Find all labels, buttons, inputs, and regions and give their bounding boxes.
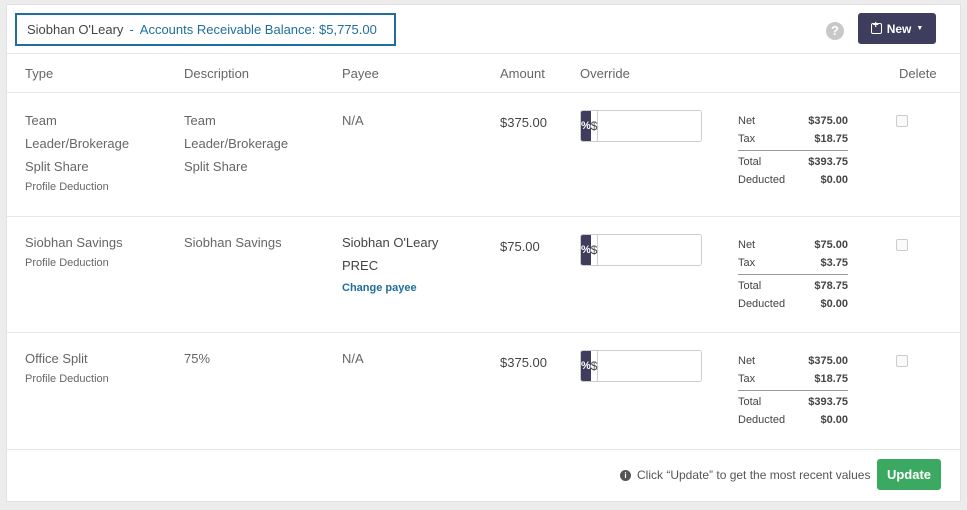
type-line: Leader/Brokerage <box>25 136 130 151</box>
row-type: Team Leader/Brokerage Split Share Profil… <box>25 109 129 196</box>
deducted-value: $0.00 <box>820 414 848 426</box>
dollar-toggle[interactable]: $ <box>590 351 599 381</box>
new-plus-icon <box>870 20 882 34</box>
info-icon: i <box>620 469 631 481</box>
payee-company: PREC <box>342 258 379 273</box>
total-value: $393.75 <box>808 396 848 408</box>
type-line: Siobhan Savings <box>25 235 123 250</box>
tax-label: Tax <box>738 373 756 385</box>
tax-value: $18.75 <box>814 133 848 145</box>
tax-value: $18.75 <box>814 373 848 385</box>
description-line: Leader/Brokerage <box>184 136 289 151</box>
table-row: Team Leader/Brokerage Split Share Profil… <box>7 93 960 217</box>
row-description: 75% <box>184 347 210 370</box>
col-type: Type <box>25 66 54 81</box>
payee-name: Siobhan O'Leary <box>342 235 439 250</box>
description-line: Split Share <box>184 159 248 174</box>
row-payee: Siobhan O'Leary PREC Change payee <box>342 231 438 299</box>
override-toggle: % $ <box>580 110 702 142</box>
col-description: Description <box>184 66 250 81</box>
net-value: $375.00 <box>808 355 848 367</box>
col-payee: Payee <box>342 66 379 81</box>
tax-label: Tax <box>738 133 756 145</box>
row-description: Siobhan Savings <box>184 231 282 254</box>
tax-value: $3.75 <box>820 257 848 269</box>
total-value: $78.75 <box>814 280 848 292</box>
percent-toggle[interactable]: % <box>581 235 591 265</box>
footer-note-text: Click “Update” to get the most recent va… <box>637 468 871 482</box>
summary-divider <box>738 274 848 275</box>
deducted-value: $0.00 <box>820 174 848 186</box>
footer-note: i Click “Update” to get the most recent … <box>620 468 870 482</box>
row-amount: $375.00 <box>500 355 547 370</box>
description-line: 75% <box>184 351 211 366</box>
row-payee: N/A <box>342 351 364 366</box>
description-line: Team <box>184 113 216 128</box>
panel-header: Siobhan O'Leary - Accounts Receivable Ba… <box>7 5 960 54</box>
row-description: Team Leader/Brokerage Split Share <box>184 109 288 178</box>
type-line: Office Split <box>25 351 88 366</box>
deducted-label: Deducted <box>738 298 786 310</box>
row-summary: Net $375.00 Tax $18.75 Total $393.75 Deduct… <box>738 352 848 429</box>
table-row: Siobhan Savings Profile Deduction Siobha… <box>7 217 960 333</box>
delete-checkbox[interactable] <box>896 115 908 127</box>
net-label: Net <box>738 239 756 251</box>
delete-checkbox[interactable] <box>896 355 908 367</box>
row-type: Siobhan Savings Profile Deduction <box>25 231 123 272</box>
col-override: Override <box>580 66 630 81</box>
type-subtext: Profile Deduction <box>25 373 109 385</box>
type-subtext: Profile Deduction <box>25 257 109 269</box>
new-button-label: New <box>886 21 912 36</box>
help-icon[interactable]: ? <box>826 22 844 40</box>
new-button[interactable]: New ▼ <box>858 13 936 44</box>
title-box: Siobhan O'Leary - Accounts Receivable Ba… <box>15 13 396 46</box>
percent-toggle[interactable]: % <box>581 111 591 141</box>
deducted-label: Deducted <box>738 174 786 186</box>
summary-divider <box>738 150 848 151</box>
dollar-toggle[interactable]: $ <box>590 111 599 141</box>
percent-toggle[interactable]: % <box>581 351 591 381</box>
delete-checkbox[interactable] <box>896 239 908 251</box>
agent-name: Siobhan O'Leary <box>27 22 124 37</box>
total-label: Total <box>738 156 762 168</box>
row-payee: N/A <box>342 113 364 128</box>
chevron-down-icon: ▼ <box>916 25 924 32</box>
summary-divider <box>738 390 848 391</box>
deductions-panel: Siobhan O'Leary - Accounts Receivable Ba… <box>6 4 961 502</box>
total-value: $393.75 <box>808 156 848 168</box>
table-row: Office Split Profile Deduction 75% N/A $… <box>7 333 960 450</box>
override-input[interactable] <box>598 111 701 141</box>
row-summary: Net $375.00 Tax $18.75 Total $393.75 Deduct… <box>738 112 848 189</box>
dollar-toggle[interactable]: $ <box>590 235 599 265</box>
type-subtext: Profile Deduction <box>25 181 109 193</box>
net-value: $375.00 <box>808 115 848 127</box>
row-amount: $75.00 <box>500 239 540 254</box>
net-value: $75.00 <box>814 239 848 251</box>
description-line: Siobhan Savings <box>184 235 282 250</box>
tax-label: Tax <box>738 257 756 269</box>
row-type: Office Split Profile Deduction <box>25 347 109 388</box>
total-label: Total <box>738 280 762 292</box>
override-input[interactable] <box>598 235 701 265</box>
ar-balance: Accounts Receivable Balance: $5,775.00 <box>139 22 377 37</box>
col-amount: Amount <box>500 66 545 81</box>
type-line: Team <box>25 113 57 128</box>
override-toggle: % $ <box>580 350 702 382</box>
total-label: Total <box>738 396 762 408</box>
title-separator: - <box>129 22 134 37</box>
change-payee-link[interactable]: Change payee <box>342 277 438 299</box>
override-input[interactable] <box>598 351 701 381</box>
net-label: Net <box>738 355 756 367</box>
net-label: Net <box>738 115 756 127</box>
col-delete: Delete <box>899 66 937 81</box>
row-summary: Net $75.00 Tax $3.75 Total $78.75 Deducted $… <box>738 236 848 313</box>
row-amount: $375.00 <box>500 115 547 130</box>
deducted-label: Deducted <box>738 414 786 426</box>
override-toggle: % $ <box>580 234 702 266</box>
type-line: Split Share <box>25 159 89 174</box>
update-button[interactable]: Update <box>877 459 941 490</box>
deducted-value: $0.00 <box>820 298 848 310</box>
